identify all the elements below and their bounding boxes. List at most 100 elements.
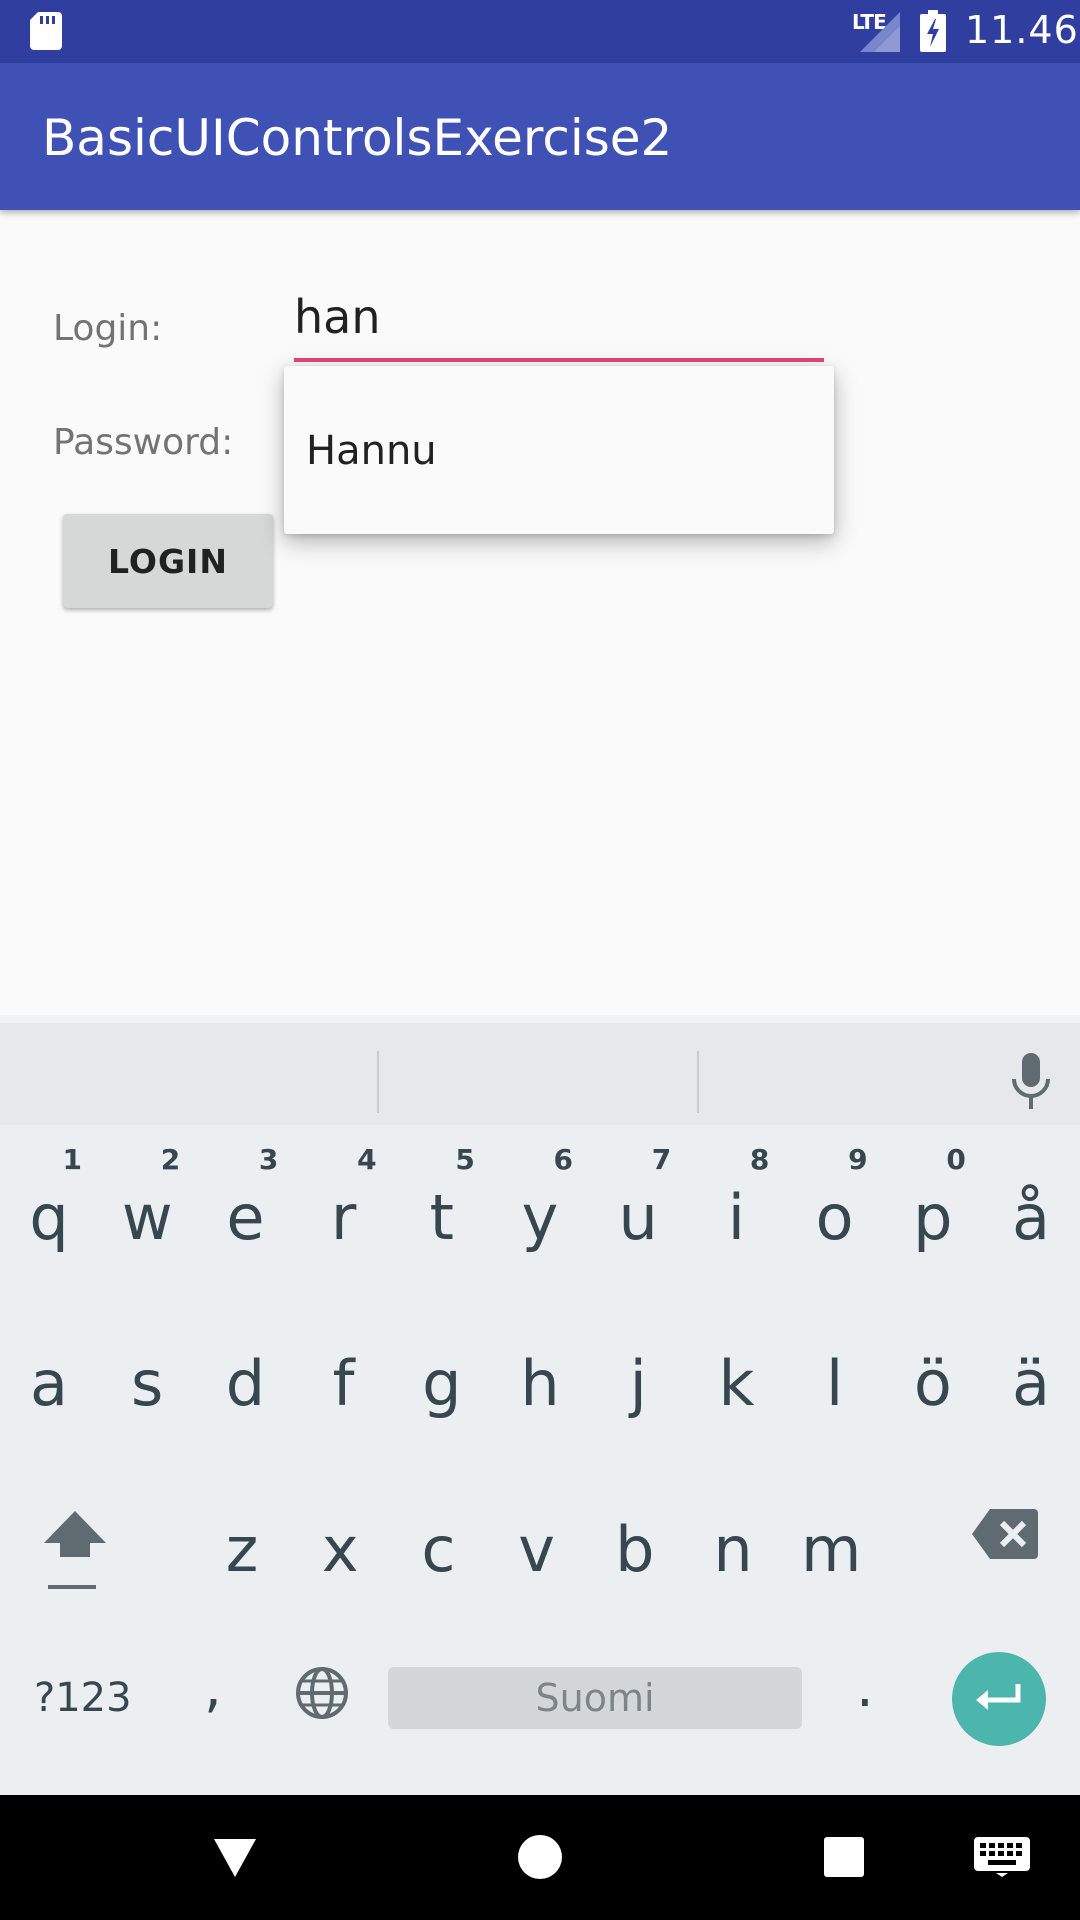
key-q[interactable]: 1q: [0, 1143, 98, 1293]
microphone-icon[interactable]: [1008, 1053, 1054, 1109]
login-input[interactable]: han: [294, 290, 824, 364]
key-label: c: [421, 1513, 456, 1586]
key-label: p: [913, 1181, 953, 1254]
comma-key[interactable]: ,: [204, 1655, 222, 1720]
key-z[interactable]: z: [193, 1475, 291, 1625]
suggestion-divider: [697, 1051, 699, 1113]
key-label: b: [615, 1513, 655, 1586]
key-x[interactable]: x: [291, 1475, 389, 1625]
key-j[interactable]: j: [589, 1309, 687, 1459]
sd-card-icon: [30, 12, 62, 50]
key-label: h: [520, 1347, 560, 1420]
period-key[interactable]: .: [856, 1655, 874, 1720]
app-title: BasicUIControlsExercise2: [42, 109, 673, 167]
key-r[interactable]: 4r: [295, 1143, 393, 1293]
key-y[interactable]: 6y: [491, 1143, 589, 1293]
signal-icon: [860, 12, 900, 52]
key-label: m: [800, 1513, 862, 1586]
key-k[interactable]: k: [687, 1309, 785, 1459]
key-h[interactable]: h: [491, 1309, 589, 1459]
login-label: Login:: [53, 308, 163, 349]
key-s[interactable]: s: [98, 1309, 196, 1459]
key-label: u: [618, 1181, 658, 1254]
key-hint: 8: [749, 1143, 770, 1176]
shift-icon[interactable]: [42, 1505, 108, 1595]
recents-icon[interactable]: [824, 1837, 864, 1877]
key-label: x: [321, 1513, 359, 1586]
login-button[interactable]: LOGIN: [63, 514, 273, 608]
key-ö[interactable]: ö: [884, 1309, 982, 1459]
key-label: r: [330, 1181, 357, 1254]
key-label: i: [727, 1181, 745, 1254]
key-label: z: [225, 1513, 259, 1586]
key-w[interactable]: 2w: [98, 1143, 196, 1293]
key-label: k: [718, 1347, 755, 1420]
key-label: y: [521, 1181, 559, 1254]
key-label: å: [1012, 1181, 1050, 1254]
key-label: n: [713, 1513, 753, 1586]
key-p[interactable]: 0p: [884, 1143, 982, 1293]
battery-charging-icon: [920, 10, 946, 52]
soft-keyboard: 1q2w3e4r5t6y7u8i9o0på asdfghjklöä zxcvbn…: [0, 1015, 1080, 1795]
key-hint: 0: [946, 1143, 966, 1176]
key-i[interactable]: 8i: [687, 1143, 785, 1293]
key-v[interactable]: v: [488, 1475, 586, 1625]
key-u[interactable]: 7u: [589, 1143, 687, 1293]
suggestion-divider: [377, 1051, 379, 1113]
status-bar: LTE 11.46: [0, 0, 1080, 63]
key-a[interactable]: a: [0, 1309, 98, 1459]
login-form: Login: han Password: LOGIN Hannu: [0, 210, 1080, 1015]
backspace-icon[interactable]: [972, 1509, 1038, 1559]
key-hint: 7: [651, 1143, 672, 1176]
key-n[interactable]: n: [684, 1475, 782, 1625]
key-ä[interactable]: ä: [982, 1309, 1080, 1459]
key-label: w: [121, 1181, 173, 1254]
key-hint: 5: [455, 1143, 475, 1176]
key-label: ä: [1012, 1347, 1050, 1420]
key-c[interactable]: c: [389, 1475, 487, 1625]
key-m[interactable]: m: [782, 1475, 880, 1625]
enter-icon: [976, 1684, 1021, 1710]
key-b[interactable]: b: [586, 1475, 684, 1625]
key-label: g: [422, 1347, 462, 1420]
key-g[interactable]: g: [393, 1309, 491, 1459]
key-hint: 2: [160, 1143, 181, 1176]
key-hint: 9: [848, 1143, 868, 1176]
key-label: q: [29, 1181, 69, 1254]
space-bar[interactable]: Suomi: [388, 1667, 802, 1729]
clock: 11.46: [965, 8, 1079, 52]
key-label: ö: [913, 1347, 952, 1420]
key-d[interactable]: d: [196, 1309, 294, 1459]
key-label: l: [825, 1347, 844, 1420]
key-l[interactable]: l: [786, 1309, 884, 1459]
key-label: d: [225, 1347, 266, 1420]
key-t[interactable]: 5t: [393, 1143, 491, 1293]
key-hint: 3: [258, 1143, 279, 1176]
key-f[interactable]: f: [295, 1309, 393, 1459]
key-label: s: [131, 1347, 164, 1420]
key-label: e: [226, 1181, 265, 1254]
enter-key[interactable]: [952, 1652, 1046, 1746]
key-label: t: [429, 1181, 454, 1254]
keyboard-switch-icon[interactable]: [974, 1837, 1030, 1877]
key-hint: 1: [62, 1143, 82, 1176]
key-label: v: [518, 1513, 555, 1586]
home-icon[interactable]: [518, 1835, 562, 1879]
key-o[interactable]: 9o: [786, 1143, 884, 1293]
key-label: o: [815, 1181, 854, 1254]
navigation-bar: [0, 1795, 1080, 1920]
key-hint: 4: [357, 1143, 377, 1176]
key-label: a: [30, 1347, 68, 1420]
key-label: f: [332, 1347, 355, 1420]
symbols-key[interactable]: ?123: [34, 1675, 132, 1721]
key-hint: 6: [553, 1143, 573, 1176]
key-e[interactable]: 3e: [196, 1143, 294, 1293]
globe-icon[interactable]: [294, 1665, 350, 1721]
login-input-underline: [294, 358, 824, 362]
app-bar: BasicUIControlsExercise2: [0, 63, 1080, 210]
autocomplete-dropdown: Hannu: [284, 366, 834, 534]
back-icon[interactable]: [212, 1835, 258, 1881]
password-label: Password:: [53, 422, 234, 463]
key-å[interactable]: å: [982, 1143, 1080, 1293]
autocomplete-item[interactable]: Hannu: [306, 428, 437, 474]
